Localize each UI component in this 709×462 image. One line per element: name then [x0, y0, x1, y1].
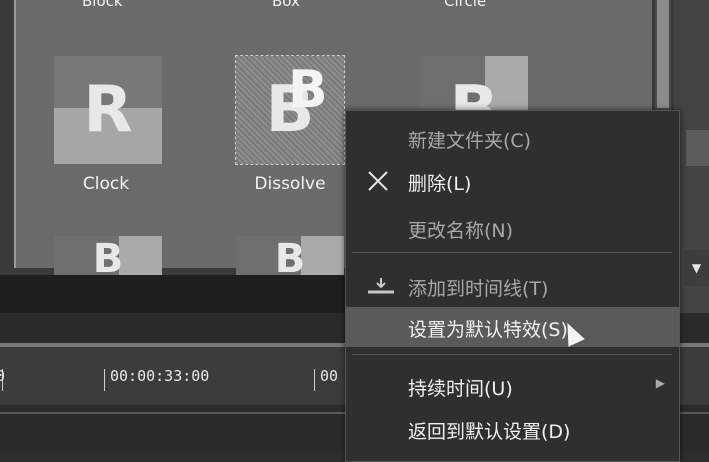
ruler-time-label: 00:00:33:00 — [110, 367, 210, 385]
effect-label-block: Block — [82, 0, 123, 10]
effect-thumb-clock[interactable]: R — [54, 56, 162, 164]
menu-item-add-to-timeline[interactable]: 添加到时间线(T) — [346, 266, 679, 306]
menu-item-label: 删除(L) — [408, 173, 472, 195]
scrollbar-thumb[interactable] — [657, 0, 669, 108]
menu-item-set-default-effect[interactable]: 设置为默认特效(S) — [346, 307, 679, 347]
menu-item-label: 更改名称(N) — [408, 220, 514, 242]
menu-item-rename[interactable]: 更改名称(N) — [346, 208, 679, 248]
ruler-tick — [314, 369, 315, 391]
ruler-time-label: 00 — [320, 367, 339, 385]
menu-item-label: 返回到默认设置(D) — [408, 421, 571, 443]
menu-item-label: 设置为默认特效(S) — [408, 319, 568, 341]
thumb-letter: B — [92, 236, 124, 282]
menu-item-reset-default[interactable]: 返回到默认设置(D) — [346, 409, 679, 449]
effect-thumb-5[interactable]: B — [236, 236, 344, 282]
context-menu: 新建文件夹(C) 删除(L) 更改名称(N) 添加到时间线(T) 设置为默认特效… — [345, 110, 680, 462]
effect-thumb-4[interactable]: B — [54, 236, 162, 282]
menu-separator — [352, 354, 672, 355]
add-to-timeline-icon — [364, 272, 398, 300]
menu-item-label: 添加到时间线(T) — [408, 278, 549, 300]
side-button[interactable] — [686, 130, 709, 166]
menu-item-duration[interactable]: 持续时间(U) ▶ — [346, 366, 679, 406]
close-icon — [364, 167, 398, 195]
dropdown-arrow-icon[interactable]: ▼ — [684, 250, 709, 286]
effect-thumb-dissolve[interactable]: B B — [235, 55, 345, 165]
effect-label-dissolve: Dissolve — [254, 174, 326, 194]
effect-label-circle: Circle — [444, 0, 487, 10]
thumb-letter-overlay: B — [288, 60, 328, 120]
effect-label-clock: Clock — [82, 174, 130, 194]
submenu-arrow-icon: ▶ — [655, 376, 665, 390]
menu-item-delete[interactable]: 删除(L) — [346, 161, 679, 201]
thumb-letter: R — [83, 73, 133, 147]
ruler-tick — [104, 369, 105, 391]
thumb-letter: B — [274, 236, 306, 282]
menu-separator — [352, 252, 672, 253]
ruler-time-label: 0 — [0, 367, 6, 385]
menu-item-new-folder[interactable]: 新建文件夹(C) — [346, 118, 679, 158]
menu-item-label: 新建文件夹(C) — [408, 130, 532, 152]
menu-item-label: 持续时间(U) — [408, 378, 513, 400]
effect-label-box: Box — [272, 0, 300, 10]
